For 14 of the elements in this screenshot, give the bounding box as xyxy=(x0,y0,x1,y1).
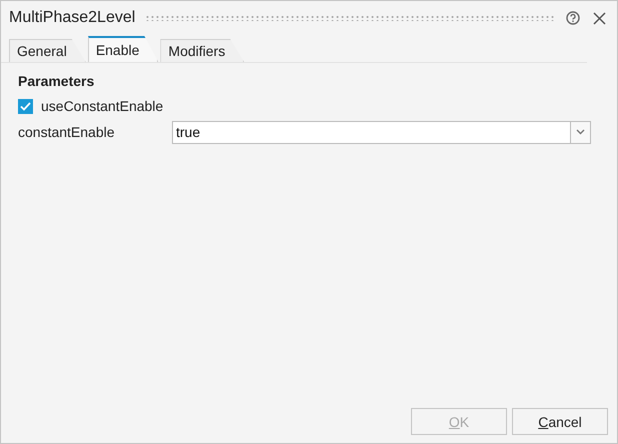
tab[interactable]: General xyxy=(9,39,86,62)
checkbox[interactable] xyxy=(18,98,33,114)
help-icon[interactable] xyxy=(565,10,581,26)
section-heading: Parameters xyxy=(18,73,96,91)
close-icon[interactable] xyxy=(591,10,607,26)
dropdown-field[interactable]: true xyxy=(172,120,571,144)
cancel-button[interactable]: Cancel xyxy=(512,408,608,435)
window-title: MultiPhase2Level xyxy=(9,9,136,27)
field-label: constantEnable xyxy=(18,124,116,140)
dropdown-button[interactable] xyxy=(571,120,591,144)
tab[interactable]: Modifiers xyxy=(160,39,244,62)
tab[interactable]: Enable xyxy=(88,36,158,62)
caret-icon xyxy=(576,129,585,135)
checkbox-label: useConstantEnable xyxy=(41,98,164,114)
